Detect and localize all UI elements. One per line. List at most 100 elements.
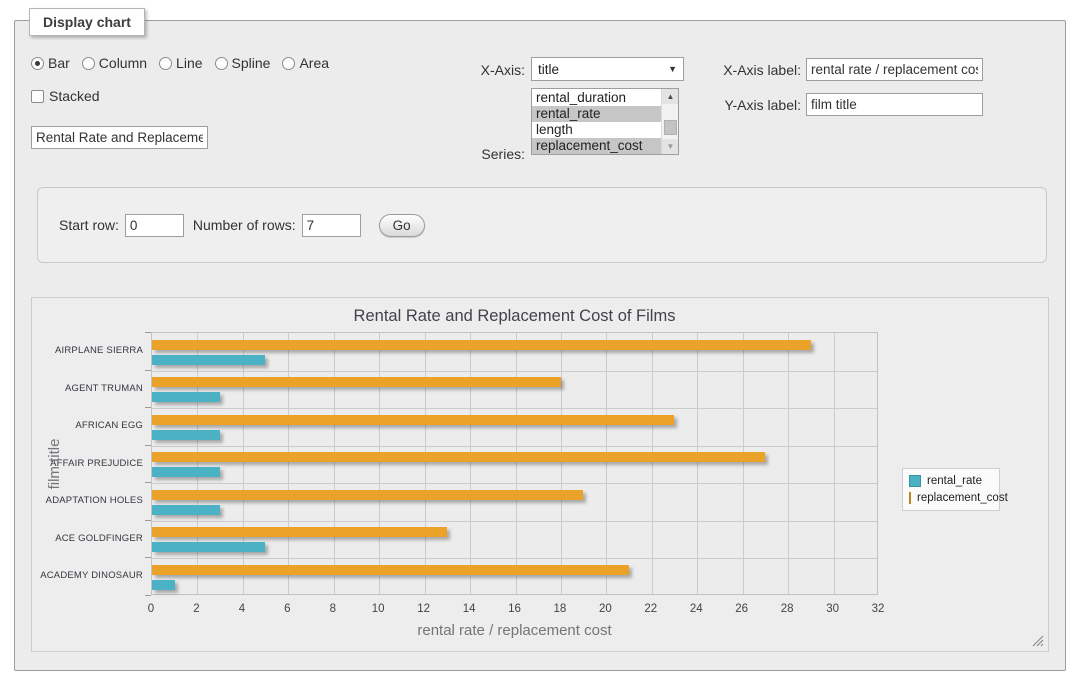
chart-panel: Rental Rate and Replacement Cost of Film…	[31, 297, 1049, 652]
bar-replacement_cost-african-egg	[152, 415, 674, 425]
horizontal-gridline	[152, 483, 877, 484]
vertical-gridline	[516, 333, 517, 594]
y-axis-tick	[145, 482, 151, 483]
num-rows-input[interactable]	[302, 214, 361, 237]
x-tick-label: 0	[136, 603, 166, 615]
vertical-gridline	[788, 333, 789, 594]
y-axis-label-input[interactable]	[806, 93, 983, 116]
vertical-gridline	[834, 333, 835, 594]
x-axis-selected-value: title	[538, 62, 559, 77]
y-axis-tick	[145, 332, 151, 333]
chart-type-option-line[interactable]: Line	[159, 55, 202, 71]
chart-type-option-area[interactable]: Area	[282, 55, 329, 71]
y-axis-label-label: Y-Axis label:	[691, 97, 801, 113]
vertical-gridline	[334, 333, 335, 594]
resize-handle-icon[interactable]	[1032, 635, 1044, 647]
category-label: AIRPLANE SIERRA	[32, 345, 143, 356]
series-option-rental_duration[interactable]: rental_duration	[532, 90, 661, 106]
radio-icon[interactable]	[31, 57, 44, 70]
x-axis-label-input[interactable]	[806, 58, 983, 81]
x-tick-label: 22	[636, 603, 666, 615]
select-dropdown-arrow-icon: ▼	[668, 64, 677, 74]
bar-replacement_cost-ace-goldfinger	[152, 527, 447, 537]
series-listbox[interactable]: rental_durationrental_ratelengthreplacem…	[531, 88, 679, 155]
vertical-gridline	[425, 333, 426, 594]
x-tick-label: 20	[590, 603, 620, 615]
x-axis-select[interactable]: title ▼	[531, 57, 684, 81]
page: Display chart Bar Column Line Spline Area St…	[0, 0, 1081, 681]
legend-swatch	[909, 475, 921, 487]
chart-type-label: Spline	[232, 55, 271, 71]
bar-rental_rate-airplane-sierra	[152, 355, 265, 365]
y-axis-tick	[145, 557, 151, 558]
vertical-gridline	[243, 333, 244, 594]
series-option-rental_rate[interactable]: rental_rate	[532, 106, 661, 122]
scroll-down-icon[interactable]: ▼	[662, 139, 679, 154]
bar-rental_rate-african-egg	[152, 430, 220, 440]
num-rows-label: Number of rows:	[193, 217, 296, 233]
horizontal-gridline	[152, 521, 877, 522]
vertical-gridline	[697, 333, 698, 594]
scroll-thumb[interactable]	[664, 120, 677, 135]
series-scrollbar[interactable]: ▲ ▼	[661, 89, 678, 154]
x-tick-label: 16	[500, 603, 530, 615]
horizontal-gridline	[152, 371, 877, 372]
y-axis-tick	[145, 370, 151, 371]
vertical-gridline	[197, 333, 198, 594]
x-tick-label: 8	[318, 603, 348, 615]
stacked-checkbox-row[interactable]: Stacked	[31, 88, 100, 104]
radio-icon[interactable]	[82, 57, 95, 70]
horizontal-gridline	[152, 558, 877, 559]
series-options: rental_durationrental_ratelengthreplacem…	[532, 90, 661, 154]
legend-item-rental_rate: rental_rate	[909, 475, 993, 487]
go-button[interactable]: Go	[379, 214, 425, 237]
chart-type-label: Bar	[48, 55, 70, 71]
bar-replacement_cost-affair-prejudice	[152, 452, 765, 462]
legend-swatch	[909, 492, 911, 504]
start-row-label: Start row:	[59, 217, 119, 233]
radio-icon[interactable]	[282, 57, 295, 70]
x-tick-label: 2	[181, 603, 211, 615]
x-tick-label: 6	[272, 603, 302, 615]
series-select-label: Series:	[415, 146, 525, 162]
y-axis-tick	[145, 407, 151, 408]
chart-type-option-column[interactable]: Column	[82, 55, 147, 71]
horizontal-gridline	[152, 408, 877, 409]
x-tick-label: 30	[818, 603, 848, 615]
legend-label: rental_rate	[927, 475, 982, 487]
y-axis-tick	[145, 595, 151, 596]
radio-icon[interactable]	[215, 57, 228, 70]
y-axis-tick	[145, 520, 151, 521]
x-axis-caption: rental rate / replacement cost	[151, 622, 878, 639]
legend-item-replacement_cost: replacement_cost	[909, 492, 993, 504]
bar-replacement_cost-airplane-sierra	[152, 340, 811, 350]
scroll-up-icon[interactable]: ▲	[662, 89, 679, 104]
radio-icon[interactable]	[159, 57, 172, 70]
chart-type-option-bar[interactable]: Bar	[31, 55, 70, 71]
category-label: ACE GOLDFINGER	[32, 533, 143, 544]
series-option-replacement_cost[interactable]: replacement_cost	[532, 138, 661, 154]
stacked-checkbox-icon[interactable]	[31, 90, 44, 103]
x-tick-label: 28	[772, 603, 802, 615]
start-row-input[interactable]	[125, 214, 184, 237]
vertical-gridline	[743, 333, 744, 594]
bar-rental_rate-agent-truman	[152, 392, 220, 402]
chart-title-input[interactable]	[31, 126, 208, 149]
series-option-length[interactable]: length	[532, 122, 661, 138]
y-axis-caption: film title	[46, 404, 62, 524]
bar-rental_rate-ace-goldfinger	[152, 542, 265, 552]
horizontal-gridline	[152, 446, 877, 447]
chart-plot	[151, 332, 878, 595]
category-label: ACADEMY DINOSAUR	[32, 570, 143, 581]
x-axis-label-label: X-Axis label:	[691, 62, 801, 78]
legend-label: replacement_cost	[917, 492, 1008, 504]
stacked-label: Stacked	[49, 88, 100, 104]
x-axis-select-label: X-Axis:	[415, 62, 525, 78]
display-chart-legend: Display chart	[29, 8, 145, 36]
bar-replacement_cost-agent-truman	[152, 377, 561, 387]
chart-legend: rental_rate replacement_cost	[902, 468, 1000, 511]
x-tick-label: 4	[227, 603, 257, 615]
x-tick-label: 32	[863, 603, 893, 615]
category-label: AGENT TRUMAN	[32, 383, 143, 394]
chart-type-option-spline[interactable]: Spline	[215, 55, 271, 71]
